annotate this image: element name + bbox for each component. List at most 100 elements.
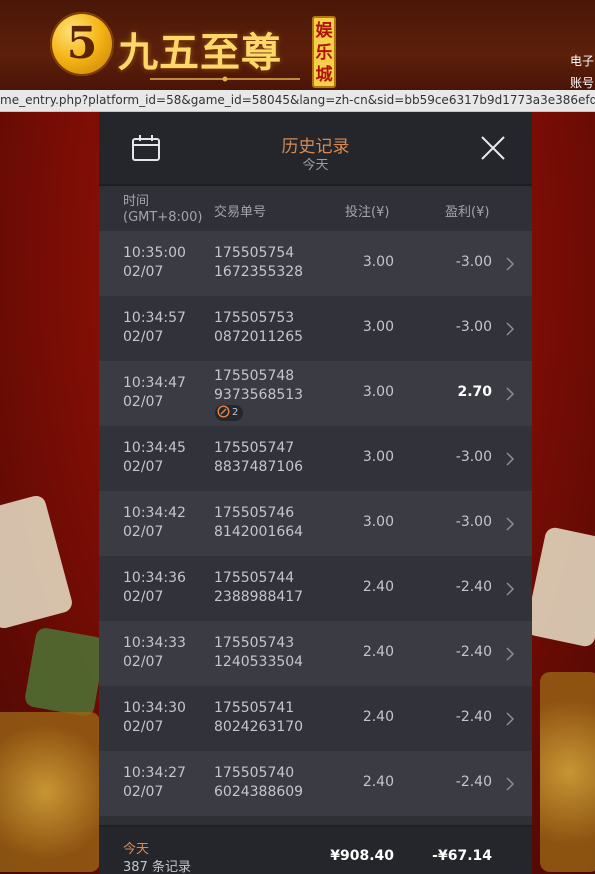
record-date-value: 02/07: [123, 264, 164, 280]
record-time: 10:34:57 02/07: [123, 309, 186, 347]
summary-footer: 今天 387 条记录 ¥908.40 -¥67.14: [99, 825, 532, 874]
record-txn: 175505740 6024388609: [214, 764, 303, 802]
record-time-value: 10:34:30: [123, 700, 186, 716]
record-txn: 175505753 0872011265: [214, 309, 303, 347]
chevron-right-icon: [506, 257, 515, 271]
panel-header: 历史记录 今天: [99, 112, 532, 186]
record-count: 387 条记录: [123, 860, 191, 874]
record-txn-part2: 2388988417: [214, 589, 304, 605]
record-txn-part2: 8837487106: [214, 459, 304, 475]
chevron-right-icon: [506, 647, 515, 661]
footer-label: 今天: [123, 842, 150, 857]
chevron-right-icon: [506, 517, 515, 531]
history-panel: 历史记录 今天 时间 (GMT+8:00) 交易单号 投注(¥) 盈利(¥) 1…: [99, 112, 532, 874]
record-date-value: 02/07: [123, 719, 164, 735]
record-row[interactable]: 10:34:47 02/07 175505748 9373568513 3.00 2.70…: [99, 361, 532, 426]
record-date-value: 02/07: [123, 654, 164, 670]
record-time: 10:34:45 02/07: [123, 439, 186, 477]
record-row[interactable]: 10:34:36 02/07 175505744 2388988417 2.40 -2.4…: [99, 556, 532, 621]
record-profit: -3.00: [455, 254, 492, 270]
record-time-value: 10:34:36: [123, 570, 186, 586]
record-txn: 175505743 1240533504: [214, 634, 303, 672]
record-txn-part1: 175505753: [214, 310, 295, 326]
record-txn-part2: 9373568513: [214, 387, 304, 403]
record-txn-part1: 175505743: [214, 635, 295, 651]
record-row[interactable]: 10:34:27 02/07 175505740 6024388609 2.40 -2.4…: [99, 751, 532, 816]
record-profit: -2.40: [455, 709, 492, 725]
free-spin-badge: 2: [215, 405, 244, 421]
record-txn: 175505747 8837487106: [214, 439, 303, 477]
record-txn: 175505754 1672355328: [214, 244, 303, 282]
record-profit: -2.40: [455, 579, 492, 595]
chevron-right-icon: [506, 452, 515, 466]
record-time-value: 10:34:42: [123, 505, 186, 521]
chevron-right-icon: [506, 777, 515, 791]
record-time: 10:34:42 02/07: [123, 504, 186, 542]
col-profit: 盈利(¥): [445, 205, 490, 220]
record-profit: -2.40: [455, 644, 492, 660]
logo-text: 九五至尊: [118, 29, 282, 76]
record-txn-part1: 175505744: [214, 570, 295, 586]
record-txn-part1: 175505740: [214, 765, 295, 781]
chevron-right-icon: [506, 322, 515, 336]
gold-coins-deco: [0, 712, 100, 872]
url-bar[interactable]: me_entry.php?platform_id=58&game_id=5804…: [0, 90, 595, 112]
total-bet: ¥908.40: [330, 848, 394, 864]
record-row[interactable]: 10:35:00 02/07 175505754 1672355328 3.00 -3.0…: [99, 231, 532, 296]
col-txn: 交易单号: [214, 205, 267, 220]
spin-icon: [217, 405, 230, 418]
chevron-right-icon: [506, 582, 515, 596]
panel-subtitle: 今天: [302, 158, 329, 173]
record-txn: 175505744 2388988417: [214, 569, 303, 607]
record-txn: 175505741 8024263170: [214, 699, 303, 737]
record-date-value: 02/07: [123, 784, 164, 800]
record-profit: -3.00: [455, 449, 492, 465]
record-time-value: 10:34:57: [123, 310, 186, 326]
record-date-value: 02/07: [123, 589, 164, 605]
header-link-account[interactable]: 账号: [570, 72, 594, 90]
record-txn-part2: 1240533504: [214, 654, 304, 670]
record-txn-part1: 175505746: [214, 505, 295, 521]
record-row[interactable]: 10:34:30 02/07 175505741 8024263170 2.40 -2.4…: [99, 686, 532, 751]
col-time: 时间: [123, 194, 150, 209]
logo-digit: 5: [66, 18, 98, 69]
col-bet: 投注(¥): [345, 205, 390, 220]
record-time: 10:34:47 02/07: [123, 374, 186, 412]
record-txn-part1: 175505754: [214, 245, 295, 261]
record-row[interactable]: 10:34:45 02/07 175505747 8837487106 3.00 -3.0…: [99, 426, 532, 491]
chevron-right-icon: [506, 712, 515, 726]
record-txn-part1: 175505741: [214, 700, 295, 716]
record-date-value: 02/07: [123, 394, 164, 410]
gold-coins-deco: [540, 672, 595, 872]
record-time: 10:35:00 02/07: [123, 244, 186, 282]
record-date-value: 02/07: [123, 524, 164, 540]
record-txn-part2: 6024388609: [214, 784, 304, 800]
record-row[interactable]: 10:34:57 02/07 175505753 0872011265 3.00 -3.0…: [99, 296, 532, 361]
mahjong-tile-deco: [23, 626, 107, 718]
chevron-right-icon: [506, 387, 515, 401]
close-icon[interactable]: [479, 134, 507, 162]
record-bet: 3.00: [362, 254, 394, 270]
record-bet: 2.40: [362, 644, 394, 660]
record-profit: -2.40: [455, 774, 492, 790]
mahjong-tile-deco: [524, 525, 595, 649]
record-time: 10:34:27 02/07: [123, 764, 186, 802]
record-profit: 2.70: [457, 384, 492, 400]
record-time-value: 10:35:00: [123, 245, 186, 261]
record-time: 10:34:30 02/07: [123, 699, 186, 737]
header-link-electronic[interactable]: 电子: [570, 50, 594, 72]
record-time-value: 10:34:47: [123, 375, 186, 391]
record-txn-part1: 175505748: [214, 368, 295, 384]
record-row[interactable]: 10:34:33 02/07 175505743 1240533504 2.40 -2.4…: [99, 621, 532, 686]
record-txn: 175505748 9373568513: [214, 367, 303, 405]
record-bet: 3.00: [362, 319, 394, 335]
record-bet: 2.40: [362, 709, 394, 725]
total-profit: -¥67.14: [432, 848, 492, 864]
record-time-value: 10:34:45: [123, 440, 186, 456]
record-profit: -3.00: [455, 514, 492, 530]
record-bet: 2.40: [362, 774, 394, 790]
record-profit: -3.00: [455, 319, 492, 335]
record-bet: 3.00: [362, 384, 394, 400]
record-bet: 3.00: [362, 449, 394, 465]
record-row[interactable]: 10:34:42 02/07 175505746 8142001664 3.00 -3.0…: [99, 491, 532, 556]
